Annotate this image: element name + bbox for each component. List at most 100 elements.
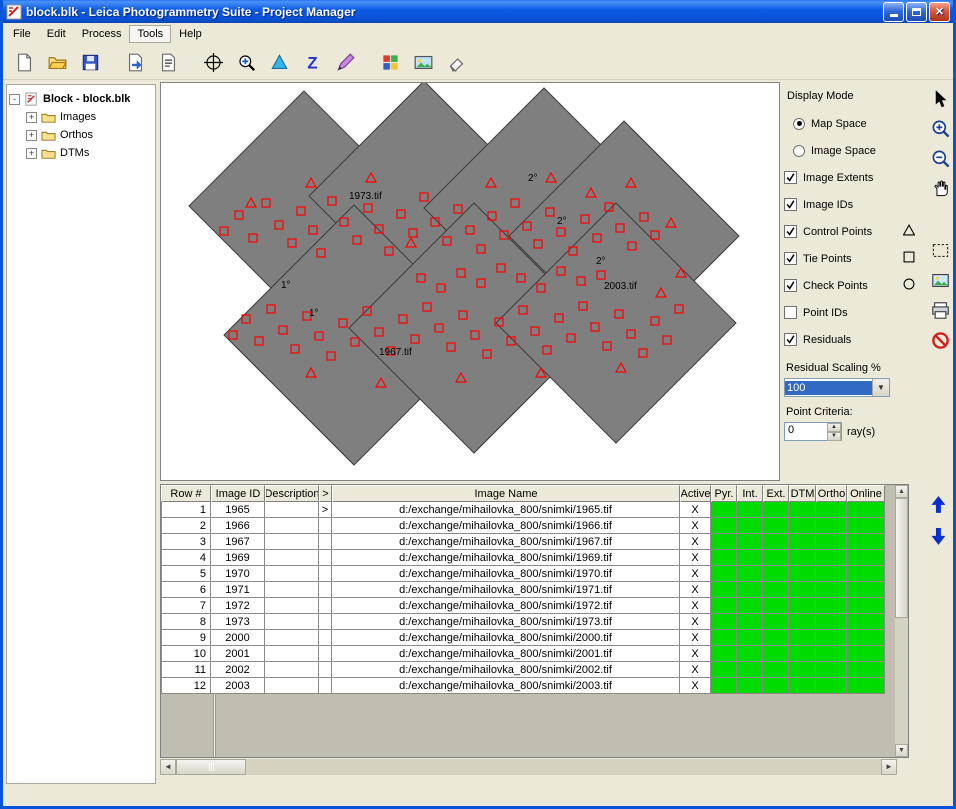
- image-id-cell[interactable]: 2001: [211, 646, 265, 662]
- status-cell-int[interactable]: [737, 614, 763, 630]
- tree-item-orthos[interactable]: +Orthos: [9, 126, 153, 144]
- image-id-cell[interactable]: 1967: [211, 534, 265, 550]
- status-cell-ext[interactable]: [763, 534, 789, 550]
- status-cell-online[interactable]: [847, 630, 885, 646]
- column-header-row#[interactable]: Row #: [161, 485, 211, 502]
- column-header-imagename[interactable]: Image Name: [332, 485, 680, 502]
- column-header-ext[interactable]: Ext.: [763, 485, 789, 502]
- menu-item-file[interactable]: File: [5, 25, 39, 43]
- row-number-cell[interactable]: 9: [161, 630, 211, 646]
- status-cell-online[interactable]: [847, 598, 885, 614]
- status-cell-pyr[interactable]: [711, 518, 737, 534]
- row-number-cell[interactable]: 5: [161, 566, 211, 582]
- active-cell[interactable]: X: [680, 598, 711, 614]
- status-cell-dtm[interactable]: [789, 582, 816, 598]
- current-row-indicator[interactable]: [319, 582, 332, 598]
- radio-icon[interactable]: [793, 118, 805, 130]
- status-cell-dtm[interactable]: [789, 550, 816, 566]
- status-cell-pyr[interactable]: [711, 598, 737, 614]
- status-cell-ext[interactable]: [763, 662, 789, 678]
- current-row-indicator[interactable]: [319, 662, 332, 678]
- status-cell-ortho[interactable]: [816, 630, 847, 646]
- status-cell-int[interactable]: [737, 678, 763, 694]
- image-id-cell[interactable]: 2003: [211, 678, 265, 694]
- active-cell[interactable]: X: [680, 614, 711, 630]
- status-cell-online[interactable]: [847, 614, 885, 630]
- modules-button[interactable]: [377, 49, 404, 76]
- image-name-cell[interactable]: d:/exchange/mihailovka_800/snimki/1965.t…: [332, 502, 680, 518]
- expand-icon[interactable]: +: [26, 148, 37, 159]
- tree-item-dtms[interactable]: +DTMs: [9, 144, 153, 162]
- minimize-button[interactable]: [883, 2, 904, 22]
- image-id-cell[interactable]: 1969: [211, 550, 265, 566]
- status-cell-ext[interactable]: [763, 582, 789, 598]
- table-vertical-scrollbar[interactable]: ▲ ▼: [895, 485, 908, 757]
- collapse-icon[interactable]: -: [9, 94, 20, 105]
- description-cell[interactable]: [265, 630, 319, 646]
- print-button[interactable]: [928, 298, 952, 322]
- current-row-indicator[interactable]: [319, 614, 332, 630]
- scroll-up-icon[interactable]: ▲: [895, 485, 908, 498]
- move-row-up-button[interactable]: [928, 494, 949, 518]
- radio-image-space[interactable]: Image Space: [784, 137, 917, 164]
- active-cell[interactable]: X: [680, 646, 711, 662]
- active-cell[interactable]: X: [680, 550, 711, 566]
- status-cell-online[interactable]: [847, 550, 885, 566]
- active-cell[interactable]: X: [680, 502, 711, 518]
- status-cell-ortho[interactable]: [816, 566, 847, 582]
- status-cell-ext[interactable]: [763, 550, 789, 566]
- status-cell-pyr[interactable]: [711, 662, 737, 678]
- status-cell-online[interactable]: [847, 534, 885, 550]
- status-cell-ortho[interactable]: [816, 502, 847, 518]
- description-cell[interactable]: [265, 566, 319, 582]
- scroll-right-icon[interactable]: ►: [881, 759, 897, 775]
- checkbox-icon[interactable]: [784, 333, 797, 346]
- column-header-[interactable]: >: [319, 485, 332, 502]
- status-cell-online[interactable]: [847, 566, 885, 582]
- checkbox-icon[interactable]: [784, 198, 797, 211]
- row-number-cell[interactable]: 12: [161, 678, 211, 694]
- status-cell-dtm[interactable]: [789, 614, 816, 630]
- radio-map-space[interactable]: Map Space: [784, 110, 917, 137]
- zoom-in-button[interactable]: [928, 116, 952, 140]
- spin-up-icon[interactable]: ▲: [827, 423, 841, 432]
- column-header-online[interactable]: Online: [847, 485, 885, 502]
- vscroll-thumb[interactable]: [895, 498, 908, 618]
- status-cell-dtm[interactable]: [789, 566, 816, 582]
- current-row-indicator[interactable]: [319, 598, 332, 614]
- status-cell-ext[interactable]: [763, 630, 789, 646]
- active-cell[interactable]: X: [680, 678, 711, 694]
- active-cell[interactable]: X: [680, 582, 711, 598]
- image-id-cell[interactable]: 1972: [211, 598, 265, 614]
- status-cell-pyr[interactable]: [711, 646, 737, 662]
- target-button[interactable]: [200, 49, 227, 76]
- edit-button[interactable]: [443, 49, 470, 76]
- status-cell-int[interactable]: [737, 534, 763, 550]
- checkbox-residuals[interactable]: Residuals: [784, 326, 917, 353]
- import-button[interactable]: [122, 49, 149, 76]
- image-name-cell[interactable]: d:/exchange/mihailovka_800/snimki/1972.t…: [332, 598, 680, 614]
- row-number-cell[interactable]: 11: [161, 662, 211, 678]
- active-cell[interactable]: X: [680, 534, 711, 550]
- expand-icon[interactable]: +: [26, 130, 37, 141]
- description-cell[interactable]: [265, 550, 319, 566]
- measure-button[interactable]: [332, 49, 359, 76]
- status-cell-dtm[interactable]: [789, 534, 816, 550]
- image-id-cell[interactable]: 1973: [211, 614, 265, 630]
- image-name-cell[interactable]: d:/exchange/mihailovka_800/snimki/2001.t…: [332, 646, 680, 662]
- status-cell-ortho[interactable]: [816, 582, 847, 598]
- status-cell-online[interactable]: [847, 518, 885, 534]
- hscroll-thumb[interactable]: [176, 759, 246, 775]
- status-cell-online[interactable]: [847, 662, 885, 678]
- status-cell-ext[interactable]: [763, 502, 789, 518]
- status-cell-ext[interactable]: [763, 646, 789, 662]
- status-cell-pyr[interactable]: [711, 582, 737, 598]
- status-cell-int[interactable]: [737, 662, 763, 678]
- mosaic-button[interactable]: [410, 49, 437, 76]
- image-id-cell[interactable]: 1966: [211, 518, 265, 534]
- checkbox-control-points[interactable]: Control Points: [784, 218, 917, 245]
- image-id-cell[interactable]: 1965: [211, 502, 265, 518]
- tree-root-item[interactable]: -Block - block.blk: [9, 90, 153, 108]
- chevron-down-icon[interactable]: ▼: [872, 379, 889, 396]
- image-name-cell[interactable]: d:/exchange/mihailovka_800/snimki/1967.t…: [332, 534, 680, 550]
